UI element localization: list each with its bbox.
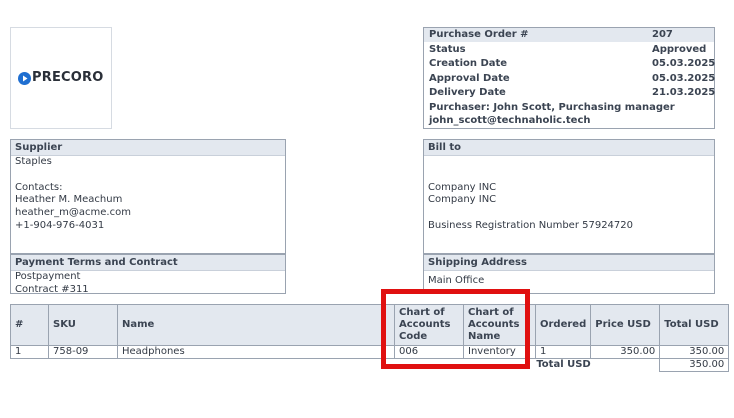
bill-to-section: Bill to Company INC Company INC Business… xyxy=(423,139,715,254)
supplier-section: Supplier Staples Contacts: Heather M. Me… xyxy=(10,139,286,254)
col-number: # xyxy=(10,304,49,346)
company-logo: PRECORO xyxy=(10,27,112,129)
logo-wordmark: PRECORO xyxy=(32,70,104,85)
purchaser-email: john_scott@technaholic.tech xyxy=(429,115,591,126)
precoro-logo-icon xyxy=(18,72,31,85)
purchaser-info: Purchaser: John Scott, Purchasing manage… xyxy=(429,102,675,126)
coa-name: Inventory xyxy=(463,345,536,359)
coa-code: 006 xyxy=(394,345,464,359)
contact-phone: +1-904-976-4031 xyxy=(15,219,105,231)
po-approval-date-row: Approval Date 05.03.2025 xyxy=(429,72,716,84)
item-name: Headphones xyxy=(117,345,395,359)
po-delivery-date-row: Delivery Date 21.03.2025 xyxy=(429,87,716,98)
payment-terms-title: Payment Terms and Contract xyxy=(11,255,285,271)
col-sku: SKU xyxy=(48,304,118,346)
purchase-order-info: Purchase Order # 207 Status Approved Cre… xyxy=(423,27,715,129)
shipping-address-section: Shipping Address Main Office xyxy=(423,254,715,294)
col-coa-code: Chart of Accounts Code xyxy=(394,304,464,346)
payment-terms: Postpayment xyxy=(15,271,81,282)
bill-to-title: Bill to xyxy=(424,140,714,156)
contract-number: Contract #311 xyxy=(15,283,89,295)
po-status-row: Status Approved xyxy=(429,43,707,55)
col-price: Price USD xyxy=(590,304,661,346)
line-items-table: # SKU Name Chart of Accounts Code Chart … xyxy=(10,304,730,372)
payment-terms-section: Payment Terms and Contract Postpayment C… xyxy=(10,254,286,295)
contact-email: heather_m@acme.com xyxy=(15,207,131,219)
total-row: Total USD 350.00 xyxy=(11,358,730,372)
po-number-row: Purchase Order # 207 xyxy=(424,28,714,42)
shipping-address: Main Office xyxy=(428,275,485,286)
col-name: Name xyxy=(117,304,395,346)
po-creation-date-row: Creation Date 05.03.2025 xyxy=(429,58,716,69)
po-number: 207 xyxy=(652,29,673,40)
total-label: Total USD xyxy=(536,359,591,371)
contact-name: Heather M. Meachum xyxy=(15,194,123,206)
total-value: 350.00 xyxy=(659,358,730,372)
col-ordered: Ordered xyxy=(534,304,592,346)
col-coa-name: Chart of Accounts Name xyxy=(463,304,536,346)
table-row: 1 758-09 Headphones 006 Inventory 1 350.… xyxy=(10,345,730,359)
supplier-title: Supplier xyxy=(11,140,285,156)
col-total: Total USD xyxy=(659,304,730,346)
supplier-name: Staples xyxy=(15,156,52,167)
shipping-address-title: Shipping Address xyxy=(424,255,714,271)
po-status: Approved xyxy=(652,43,707,55)
table-header-row: # SKU Name Chart of Accounts Code Chart … xyxy=(10,304,730,346)
business-registration: Business Registration Number 57924720 xyxy=(428,219,634,231)
